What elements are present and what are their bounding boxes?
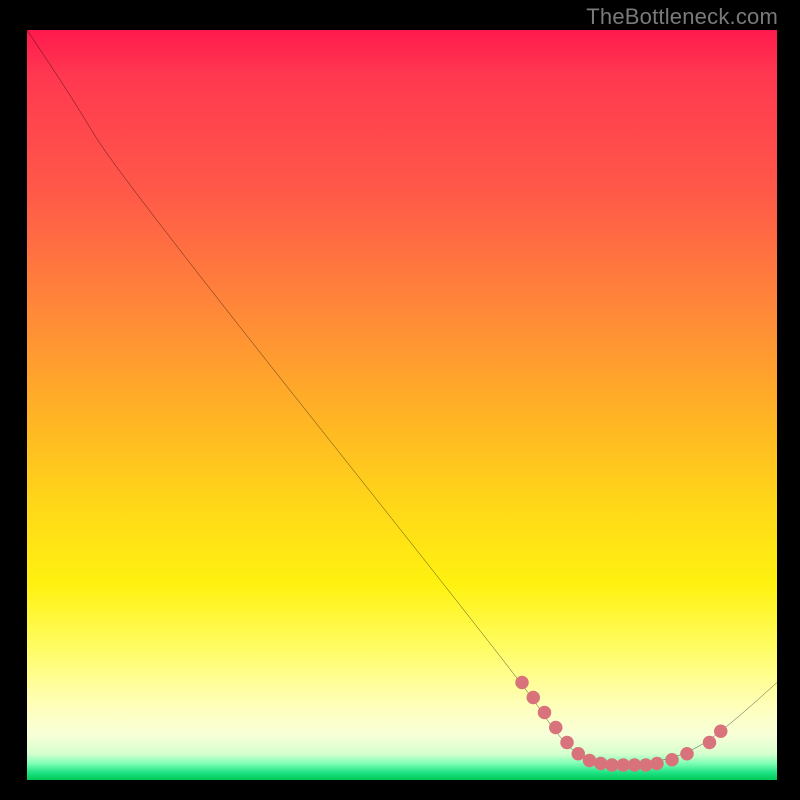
highlight-dot [560, 736, 574, 750]
highlight-dot [527, 691, 541, 705]
highlight-dot [650, 757, 664, 771]
chart-stage: TheBottleneck.com [0, 0, 800, 800]
highlight-dots [515, 676, 727, 772]
highlight-dot [714, 725, 728, 739]
watermark-text: TheBottleneck.com [586, 4, 778, 30]
highlight-dot [680, 747, 694, 761]
highlight-dot [703, 736, 717, 750]
bottleneck-curve [27, 30, 777, 763]
highlight-dot [665, 753, 679, 767]
plot-area [27, 30, 777, 780]
highlight-dot [572, 747, 586, 761]
highlight-dot [515, 676, 529, 690]
highlight-dot [549, 721, 563, 735]
curve-layer [27, 30, 777, 780]
highlight-dot [538, 706, 552, 720]
